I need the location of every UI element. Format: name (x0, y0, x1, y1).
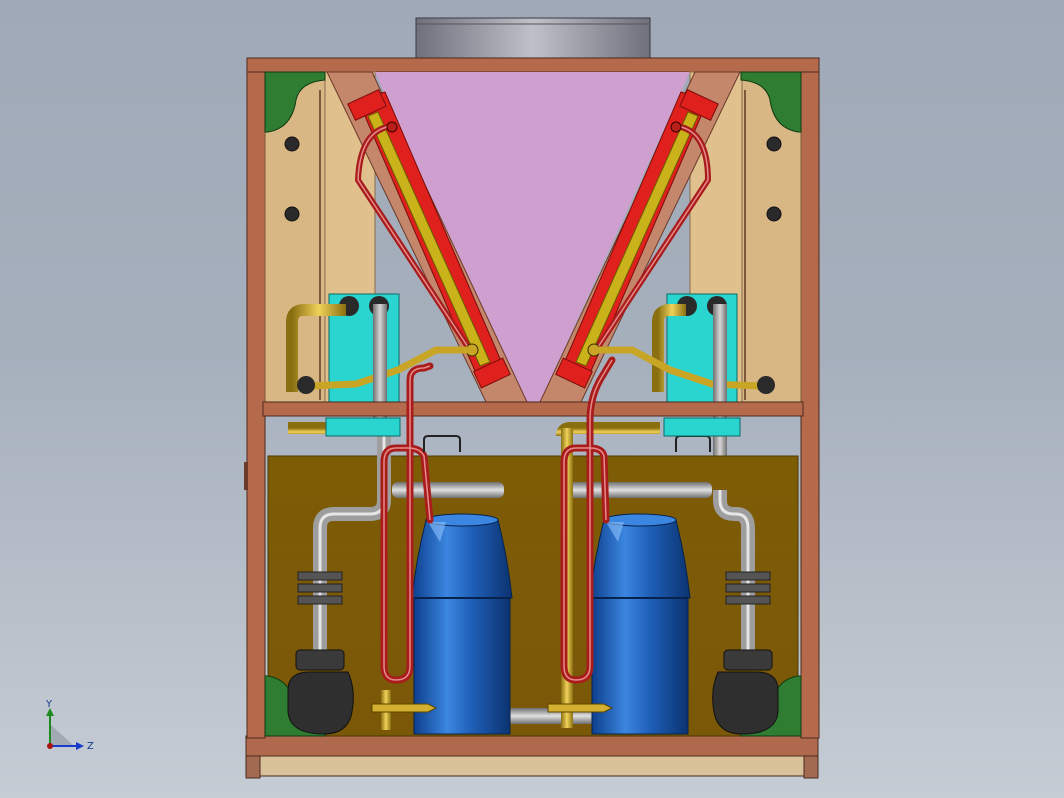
frame-left-column (244, 57, 266, 739)
right-flange-valve (725, 571, 771, 605)
left-compressor-handle (423, 435, 461, 452)
fan-shroud-icon (415, 17, 651, 59)
left-heat-exchanger-lower (325, 417, 401, 437)
triad-z-label: Z (87, 741, 94, 752)
right-heat-exchanger-lower (663, 417, 741, 437)
right-brass-header (556, 422, 660, 437)
cad-viewport[interactable] (0, 0, 1064, 798)
coordinate-axes-icon: Y Z (45, 699, 94, 752)
left-brass-foot (371, 703, 438, 713)
right-compressor-handle (675, 435, 711, 452)
right-brass-foot (547, 703, 614, 713)
frame-mid-beam (262, 401, 804, 417)
left-pump-volute (287, 649, 354, 735)
base-skid (245, 735, 819, 779)
triad-y-label: Y (45, 699, 53, 710)
left-compressor-icon (411, 513, 513, 735)
right-compressor-icon (589, 513, 691, 735)
frame-top-beam (246, 57, 820, 73)
frame-right-column (800, 57, 820, 739)
left-flange-valve (297, 571, 343, 605)
